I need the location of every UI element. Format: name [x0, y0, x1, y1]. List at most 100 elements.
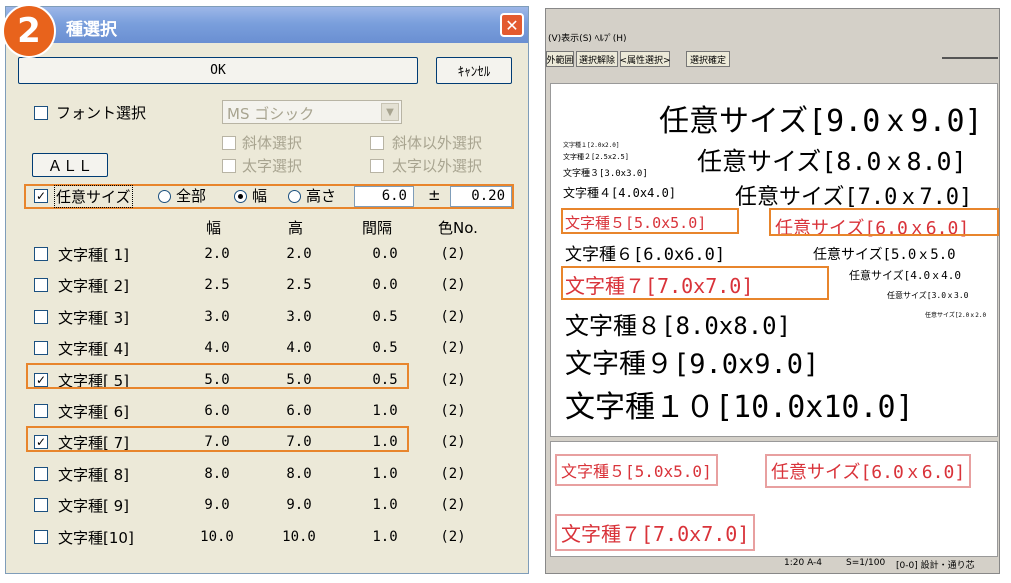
row7-highlight	[26, 426, 409, 452]
font-select-checkbox[interactable]	[34, 106, 48, 120]
canvas-text-type-9: 文字種９[9.0x9.0]	[565, 349, 820, 380]
row-gap: 1.0	[372, 497, 398, 513]
radio-width[interactable]	[234, 190, 247, 203]
row-color: (2)	[440, 309, 466, 325]
radio-all[interactable]	[158, 190, 171, 203]
row-label: 文字種[ 3]	[58, 309, 130, 327]
font-dropdown-value: MS ゴシック	[227, 105, 315, 123]
row-color: (2)	[440, 497, 466, 513]
row-checkbox[interactable]	[34, 498, 48, 512]
table-row[interactable]: 文字種[ 9] 9.0 9.0 1.0 (2)	[6, 494, 526, 518]
non-bold-checkbox[interactable]	[370, 159, 384, 173]
row-height: 4.0	[286, 340, 312, 356]
row-label: 文字種[ 2]	[58, 277, 130, 295]
row-color: (2)	[440, 466, 466, 482]
row-width: 2.5	[204, 277, 230, 293]
row-color: (2)	[440, 529, 466, 545]
italic-checkbox[interactable]	[222, 136, 236, 150]
row-height: 8.0	[286, 466, 312, 482]
text-type-select-dialog: 種選択 ✕ OK ｷｬﾝｾﾙ フォント選択 MS ゴシック ▼ 斜体選択 斜体以…	[5, 6, 529, 574]
canvas-text-type-4: 文字種４[4.0x4.0]	[563, 186, 677, 200]
row-gap: 1.0	[372, 466, 398, 482]
row-label: 文字種[ 8]	[58, 466, 130, 484]
row-width: 6.0	[204, 403, 230, 419]
selection-preview: 文字種５[5.0x5.0] 任意サイズ[6.0ｘ6.0] 文字種７[7.0x7.…	[550, 441, 998, 557]
drawing-canvas[interactable]: 任意サイズ[9.0ｘ9.0] 任意サイズ[8.0ｘ8.0] 任意サイズ[7.0ｘ…	[550, 83, 999, 437]
font-select-label: フォント選択	[56, 104, 147, 122]
radio-height-label: 高さ	[306, 187, 337, 205]
row-color: (2)	[440, 403, 466, 419]
row-checkbox[interactable]	[34, 310, 48, 324]
row-label: 文字種[ 1]	[58, 246, 130, 264]
custom-size-input[interactable]: 6.0	[354, 186, 414, 207]
canvas-text-custom-7: 任意サイズ[7.0ｘ7.0]	[735, 185, 973, 210]
canvas-text-custom-3: 任意サイズ[3.0ｘ3.0	[887, 291, 969, 300]
italic-label: 斜体選択	[242, 134, 303, 152]
canvas-text-type-10: 文字種１０[10.0x10.0]	[565, 390, 914, 425]
plus-minus-label: ±	[428, 186, 441, 204]
row-checkbox[interactable]	[34, 247, 48, 261]
non-italic-checkbox[interactable]	[370, 136, 384, 150]
col-header-gap: 間隔	[362, 219, 393, 237]
table-row[interactable]: 文字種[ 8] 8.0 8.0 1.0 (2)	[6, 463, 526, 487]
col-header-height: 高	[288, 219, 304, 237]
all-button[interactable]: ＡＬＬ	[32, 153, 108, 177]
row-color: (2)	[440, 340, 466, 356]
preview-text-type5: 文字種５[5.0x5.0]	[561, 462, 712, 481]
non-italic-label: 斜体以外選択	[392, 134, 483, 152]
radio-height[interactable]	[288, 190, 301, 203]
row-height: 10.0	[282, 529, 316, 545]
tolerance-input[interactable]: 0.20	[450, 186, 512, 207]
row-color: (2)	[440, 372, 466, 388]
col-header-color: 色No.	[438, 219, 478, 237]
ok-button[interactable]: OK	[18, 57, 418, 84]
row-checkbox[interactable]	[34, 467, 48, 481]
preview-box-1: 文字種５[5.0x5.0]	[555, 454, 718, 486]
table-row[interactable]: 文字種[ 2] 2.5 2.5 0.0 (2)	[6, 274, 526, 298]
canvas-text-custom-2: 任意サイズ[2.0ｘ2.0	[925, 312, 987, 319]
toolbar-line-indicator	[942, 57, 998, 59]
row-checkbox[interactable]	[34, 278, 48, 292]
bold-label: 太字選択	[242, 157, 303, 175]
row-color: (2)	[440, 277, 466, 293]
table-row[interactable]: 文字種[ 6] 6.0 6.0 1.0 (2)	[6, 400, 526, 424]
toolbar-attribute-select-button[interactable]: <属性選択>	[619, 51, 671, 67]
bold-checkbox[interactable]	[222, 159, 236, 173]
dialog-title: 種選択	[66, 20, 117, 40]
row-label: 文字種[10]	[58, 529, 134, 547]
row-height: 3.0	[286, 309, 312, 325]
row-width: 9.0	[204, 497, 230, 513]
row-height: 2.0	[286, 246, 312, 262]
row-checkbox[interactable]	[34, 341, 48, 355]
toolbar-confirm-button[interactable]: 選択確定	[686, 51, 730, 67]
row5-highlight	[26, 363, 409, 389]
row-color: (2)	[440, 434, 466, 450]
close-button[interactable]: ✕	[500, 13, 524, 37]
table-row[interactable]: 文字種[10] 10.0 10.0 1.0 (2)	[6, 526, 526, 550]
row-width: 8.0	[204, 466, 230, 482]
canvas-highlight-type7	[561, 266, 829, 300]
row-checkbox[interactable]	[34, 530, 48, 544]
custom-size-checkbox[interactable]: ✓	[34, 189, 48, 203]
cancel-button[interactable]: ｷｬﾝｾﾙ	[436, 57, 512, 84]
toolbar-range-button[interactable]: 外範囲	[546, 51, 574, 67]
font-dropdown[interactable]: MS ゴシック ▼	[222, 100, 402, 124]
chevron-down-icon[interactable]: ▼	[381, 103, 399, 121]
table-row[interactable]: 文字種[ 3] 3.0 3.0 0.5 (2)	[6, 306, 526, 330]
row-label: 文字種[ 4]	[58, 340, 130, 358]
dialog-titlebar[interactable]: 種選択 ✕	[6, 7, 528, 43]
menu-bar[interactable]: (V)表示(S) ﾍﾙﾌﾟ(H)	[548, 31, 627, 44]
step-badge: 2	[2, 4, 56, 58]
row-checkbox[interactable]	[34, 404, 48, 418]
table-row[interactable]: 文字種[ 4] 4.0 4.0 0.5 (2)	[6, 337, 526, 361]
table-row[interactable]: 文字種[ 1] 2.0 2.0 0.0 (2)	[6, 243, 526, 267]
preview-text-custom6: 任意サイズ[6.0ｘ6.0]	[771, 462, 966, 483]
preview-text-type7: 文字種７[7.0x7.0]	[561, 522, 750, 546]
canvas-text-custom-5: 任意サイズ[5.0ｘ5.0	[813, 247, 956, 263]
preview-box-3: 文字種７[7.0x7.0]	[555, 514, 756, 551]
row-width: 3.0	[204, 309, 230, 325]
canvas-text-type-6: 文字種６[6.0x6.0]	[565, 245, 726, 265]
row-gap: 1.0	[372, 403, 398, 419]
toolbar-deselect-button[interactable]: 選択解除	[576, 51, 618, 67]
canvas-text-type-8: 文字種８[8.0x8.0]	[565, 312, 792, 340]
